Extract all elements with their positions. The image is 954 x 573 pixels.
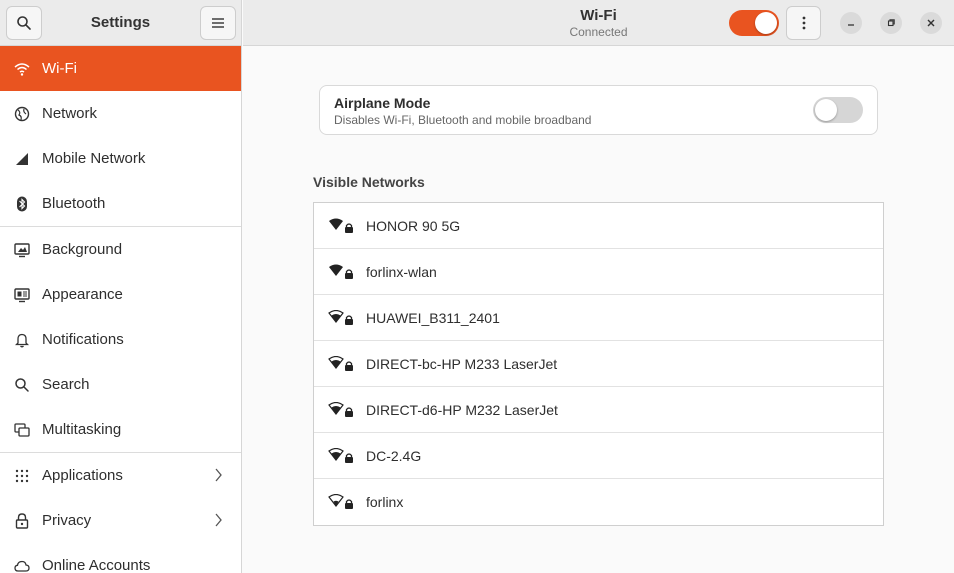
bell-icon [14, 332, 30, 348]
cloud-icon [14, 558, 30, 573]
minimize-button[interactable] [840, 12, 862, 34]
wifi-signal-secure-icon [328, 494, 353, 509]
sidebar-item-label: Appearance [42, 286, 123, 303]
network-name: HUAWEI_B311_2401 [366, 309, 500, 326]
sidebar-item-bluetooth[interactable]: Bluetooth [0, 181, 241, 226]
network-name: HONOR 90 5G [366, 217, 461, 234]
wifi-signal-secure-icon [329, 264, 353, 279]
visible-networks-heading: Visible Networks [313, 174, 425, 190]
sidebar-item-label: Network [42, 105, 98, 122]
network-list: HONOR 90 5G forlinx-wlan HUAWEI_B311_240… [313, 202, 884, 526]
minimize-icon [848, 24, 854, 26]
sidebar-item-label: Background [42, 241, 123, 258]
wifi-signal-secure-icon [328, 401, 353, 417]
sidebar-item-multitasking[interactable]: Multitasking [0, 407, 241, 452]
cellular-icon [14, 151, 30, 167]
network-name: DIRECT-d6-HP M232 LaserJet [366, 401, 558, 418]
sidebar-item-background[interactable]: Background [0, 227, 241, 272]
multitasking-icon [14, 422, 30, 438]
network-row[interactable]: HUAWEI_B311_2401 [314, 295, 883, 341]
close-icon [927, 19, 935, 27]
kebab-menu-icon [802, 16, 805, 30]
header-bar: Wi-Fi Connected [243, 0, 954, 46]
sidebar-item-network[interactable]: Network [0, 91, 241, 136]
chevron-right-icon [215, 468, 222, 482]
globe-icon [14, 106, 30, 122]
network-row[interactable]: HONOR 90 5G [314, 203, 883, 249]
sidebar-item-label: Search [42, 376, 90, 393]
sidebar-item-label: Online Accounts [42, 557, 151, 573]
sidebar-item-wifi[interactable]: Wi-Fi [0, 46, 241, 91]
bluetooth-icon [14, 196, 30, 212]
wifi-panel: Airplane Mode Disables Wi-Fi, Bluetooth … [243, 47, 954, 573]
network-row[interactable]: DC-2.4G [314, 433, 883, 479]
sidebar-item-label: Privacy [42, 512, 92, 529]
sidebar-item-label: Applications [42, 467, 123, 484]
airplane-mode-row: Airplane Mode Disables Wi-Fi, Bluetooth … [319, 85, 878, 135]
sidebar-header: Settings [0, 0, 241, 46]
sidebar-item-label: Mobile Network [42, 150, 146, 167]
network-row[interactable]: forlinx [314, 479, 883, 525]
sidebar-item-privacy[interactable]: Privacy [0, 498, 241, 543]
sidebar-item-label: Bluetooth [42, 195, 106, 212]
sidebar-item-mobile-network[interactable]: Mobile Network [0, 136, 241, 181]
hamburger-icon [212, 18, 224, 28]
close-button[interactable] [920, 12, 942, 34]
search-button[interactable] [6, 6, 42, 40]
airplane-mode-title: Airplane Mode [334, 95, 431, 111]
chevron-right-icon [215, 513, 222, 527]
search-icon [17, 16, 31, 30]
wifi-signal-secure-icon [328, 309, 353, 325]
network-name: DIRECT-bc-HP M233 LaserJet [366, 355, 558, 372]
network-row[interactable]: forlinx-wlan [314, 249, 883, 295]
wifi-toggle[interactable] [729, 10, 779, 36]
restore-button[interactable] [880, 12, 902, 34]
network-row[interactable]: DIRECT-d6-HP M232 LaserJet [314, 387, 883, 433]
wifi-icon [14, 61, 30, 77]
sidebar-item-online-accounts[interactable]: Online Accounts [0, 543, 241, 573]
search-icon [14, 377, 30, 393]
network-row[interactable]: DIRECT-bc-HP M233 LaserJet [314, 341, 883, 387]
airplane-mode-toggle[interactable] [813, 97, 863, 123]
sidebar-item-applications[interactable]: Applications [0, 453, 241, 498]
network-name: forlinx-wlan [366, 263, 437, 280]
wifi-signal-secure-icon [329, 218, 353, 233]
restore-icon [887, 19, 895, 27]
network-name: DC-2.4G [366, 447, 422, 464]
sidebar-item-search[interactable]: Search [0, 362, 241, 407]
sidebar-item-appearance[interactable]: Appearance [0, 272, 241, 317]
appearance-icon [14, 287, 30, 303]
menu-button[interactable] [200, 6, 236, 40]
sidebar-item-notifications[interactable]: Notifications [0, 317, 241, 362]
airplane-mode-description: Disables Wi-Fi, Bluetooth and mobile bro… [334, 113, 592, 127]
toggle-knob [755, 12, 777, 34]
sidebar-item-label: Multitasking [42, 421, 122, 438]
sidebar: Settings Wi-Fi Network Mobile Network Bl… [0, 0, 242, 573]
network-name: forlinx [366, 494, 404, 510]
more-options-button[interactable] [786, 6, 821, 40]
display-icon [14, 242, 30, 258]
grid-icon [14, 468, 30, 484]
wifi-signal-secure-icon [328, 447, 353, 463]
sidebar-item-label: Wi-Fi [42, 60, 77, 77]
toggle-knob [815, 99, 837, 121]
lock-icon [14, 512, 30, 529]
wifi-signal-secure-icon [328, 355, 353, 371]
sidebar-item-label: Notifications [42, 331, 124, 348]
